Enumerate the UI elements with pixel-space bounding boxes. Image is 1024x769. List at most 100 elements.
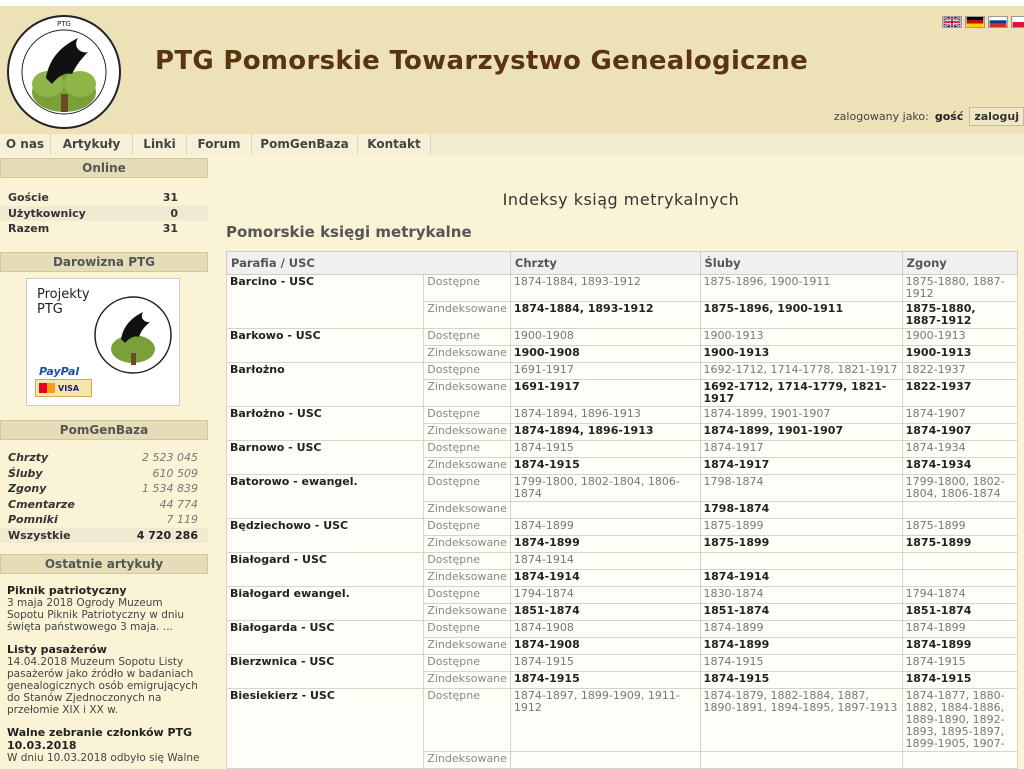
cell-sluby[interactable]: 1874-1917 bbox=[699, 457, 903, 475]
cell-chrzty[interactable]: 1851-1874 bbox=[509, 603, 701, 621]
table-row: Barłożno Dostępne 1691-1917 1692-1712, 1714… bbox=[225, 362, 1019, 407]
cell-chrzty[interactable]: 1874-1899 bbox=[509, 535, 701, 553]
stat-label[interactable]: Cmentarze bbox=[8, 497, 75, 513]
cell-zgony[interactable]: 1874-1915 bbox=[901, 671, 1019, 689]
ptg-logo[interactable]: PTG bbox=[6, 14, 122, 130]
nav-forum[interactable]: Forum bbox=[187, 134, 252, 155]
articles-heading: Ostatnie artykuły bbox=[0, 554, 208, 574]
stat-label[interactable]: Pomniki bbox=[8, 512, 58, 528]
cell-zgony[interactable] bbox=[901, 751, 1019, 769]
parish-name[interactable]: Białogard - USC bbox=[225, 552, 425, 587]
cell-chrzty[interactable]: 1874-1908 bbox=[509, 637, 701, 655]
login-button[interactable]: zaloguj bbox=[969, 107, 1024, 126]
nav-artykuly[interactable]: Artykuły bbox=[51, 134, 133, 155]
cell-chrzty[interactable]: 1874-1915 bbox=[509, 671, 701, 689]
row-type-label: Zindeksowane bbox=[423, 501, 511, 519]
stat-value: 4 720 286 bbox=[136, 528, 198, 542]
row-type-label: Dostępne bbox=[423, 328, 511, 346]
cell-sluby[interactable]: 1874-1899, 1901-1907 bbox=[699, 423, 903, 441]
cell-zgony: 1875-1880, 1887-1912 bbox=[901, 274, 1019, 302]
parish-name[interactable]: Barnowo - USC bbox=[225, 440, 425, 475]
login-user: gość bbox=[934, 110, 964, 123]
article-title[interactable]: Listy pasażerów bbox=[7, 643, 208, 656]
cell-chrzty[interactable]: 1874-1894, 1896-1913 bbox=[509, 423, 701, 441]
nav-kontakt[interactable]: Kontakt bbox=[358, 134, 431, 155]
cell-sluby[interactable] bbox=[699, 751, 903, 769]
nav-o-nas[interactable]: O nas bbox=[0, 134, 51, 155]
cell-zgony[interactable]: 1874-1899 bbox=[901, 637, 1019, 655]
row-type-label: Zindeksowane bbox=[423, 751, 511, 769]
pomgenbaza-box: Chrzty 2 523 045 Śluby 610 509 Zgony 1 534 … bbox=[0, 444, 208, 554]
article-title[interactable]: Piknik patriotyczny bbox=[7, 584, 208, 597]
parish-name[interactable]: Batorowo - ewangel. bbox=[225, 474, 425, 519]
table-row: Barcino - USC Dostępne 1874-1884, 1893-191… bbox=[225, 274, 1019, 329]
cell-chrzty: 1691-1917 bbox=[509, 362, 701, 380]
flag-germany-icon[interactable] bbox=[965, 16, 985, 28]
parish-name[interactable]: Bierzwnica - USC bbox=[225, 654, 425, 689]
article-title[interactable]: Walne zebranie członków PTG 10.03.2018 bbox=[7, 726, 208, 752]
cell-sluby[interactable]: 1851-1874 bbox=[699, 603, 903, 621]
cell-chrzty[interactable]: 1874-1884, 1893-1912 bbox=[509, 301, 701, 329]
cell-zgony bbox=[901, 552, 1019, 570]
row-type-label: Zindeksowane bbox=[423, 379, 511, 407]
parish-name[interactable]: Barkowo - USC bbox=[225, 328, 425, 363]
cell-chrzty[interactable]: 1874-1915 bbox=[509, 457, 701, 475]
cell-zgony[interactable]: 1900-1913 bbox=[901, 345, 1019, 363]
table-row: Białogard - USC Dostępne 1874-1914 bbox=[225, 552, 1019, 587]
cell-zgony[interactable]: 1822-1937 bbox=[901, 379, 1019, 407]
cell-sluby[interactable]: 1874-1899 bbox=[699, 637, 903, 655]
parish-name[interactable]: Białogard ewangel. bbox=[225, 586, 425, 621]
parish-name[interactable]: Barcino - USC bbox=[225, 274, 425, 329]
stat-label[interactable]: Chrzty bbox=[8, 450, 48, 466]
stat-row-total: Wszystkie 4 720 286 bbox=[0, 527, 208, 544]
cell-zgony[interactable]: 1875-1899 bbox=[901, 535, 1019, 553]
cell-chrzty: 1874-1915 bbox=[509, 654, 701, 672]
stat-label[interactable]: Zgony bbox=[8, 481, 46, 497]
parish-name[interactable]: Białogarda - USC bbox=[225, 620, 425, 655]
stat-label[interactable]: Śluby bbox=[8, 466, 43, 482]
site-title[interactable]: PTG Pomorskie Towarzystwo Genealogiczne bbox=[155, 46, 808, 76]
cell-zgony[interactable] bbox=[901, 569, 1019, 587]
cell-sluby[interactable]: 1875-1896, 1900-1911 bbox=[699, 301, 903, 329]
parish-name[interactable]: Barłożno bbox=[225, 362, 425, 407]
cell-sluby[interactable]: 1875-1899 bbox=[699, 535, 903, 553]
cell-chrzty[interactable] bbox=[509, 501, 701, 519]
main-nav: O nas Artykuły Linki Forum PomGenBaza Ko… bbox=[0, 134, 1024, 155]
flag-russia-icon[interactable] bbox=[988, 16, 1008, 28]
logo-ptg-text: PTG bbox=[57, 20, 71, 28]
cell-sluby[interactable]: 1874-1914 bbox=[699, 569, 903, 587]
cell-sluby[interactable]: 1798-1874 bbox=[699, 501, 903, 519]
donation-text-1: Projekty bbox=[37, 287, 90, 302]
cell-chrzty[interactable]: 1900-1908 bbox=[509, 345, 701, 363]
cell-zgony[interactable]: 1875-1880, 1887-1912 bbox=[901, 301, 1019, 329]
cell-chrzty[interactable]: 1874-1914 bbox=[509, 569, 701, 587]
stat-label[interactable]: Wszystkie bbox=[8, 528, 71, 544]
parish-name[interactable]: Biesiekierz - USC bbox=[225, 688, 425, 769]
cell-chrzty[interactable]: 1691-1917 bbox=[509, 379, 701, 407]
donation-banner[interactable]: Projekty PTG PayPal VISA bbox=[26, 278, 180, 406]
flag-uk-icon[interactable] bbox=[942, 16, 962, 28]
cell-sluby[interactable]: 1900-1913 bbox=[699, 345, 903, 363]
cell-sluby[interactable]: 1692-1712, 1714-1779, 1821-1917 bbox=[699, 379, 903, 407]
stat-row: Cmentarze 44 774 bbox=[0, 497, 208, 513]
cell-zgony[interactable]: 1874-1934 bbox=[901, 457, 1019, 475]
cell-sluby: 1874-1879, 1882-1884, 1887, 1890-1891, 1… bbox=[699, 688, 903, 752]
online-label: Goście bbox=[8, 191, 49, 204]
cell-zgony: 1875-1899 bbox=[901, 518, 1019, 536]
col-header-sluby: Śluby bbox=[699, 251, 903, 275]
parish-name[interactable]: Będziechowo - USC bbox=[225, 518, 425, 553]
stat-value: 2 523 045 bbox=[142, 451, 198, 464]
cell-zgony[interactable]: 1874-1907 bbox=[901, 423, 1019, 441]
cell-sluby[interactable]: 1874-1915 bbox=[699, 671, 903, 689]
parish-name[interactable]: Barłożno - USC bbox=[225, 406, 425, 441]
cell-zgony[interactable]: 1851-1874 bbox=[901, 603, 1019, 621]
nav-pomgenbaza[interactable]: PomGenBaza bbox=[252, 134, 358, 155]
online-box: Goście 31 Użytkownicy 0 Razem 31 bbox=[0, 182, 208, 252]
flag-poland-icon[interactable] bbox=[1011, 16, 1024, 28]
table-row: Barkowo - USC Dostępne 1900-1908 1900-1913 1… bbox=[225, 328, 1019, 363]
nav-linki[interactable]: Linki bbox=[133, 134, 187, 155]
cell-chrzty[interactable] bbox=[509, 751, 701, 769]
cell-zgony: 1900-1913 bbox=[901, 328, 1019, 346]
row-type-label: Dostępne bbox=[423, 406, 511, 424]
cell-zgony[interactable] bbox=[901, 501, 1019, 519]
